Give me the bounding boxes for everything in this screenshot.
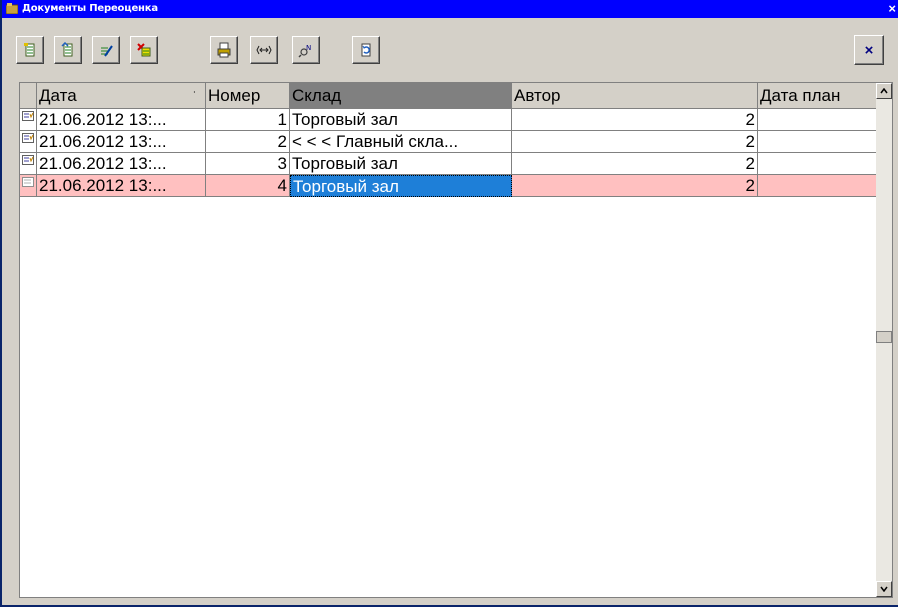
copy-document-button[interactable] — [54, 36, 82, 64]
cell-number[interactable]: 3 — [206, 153, 290, 175]
chevron-up-icon — [880, 87, 888, 94]
cell-number[interactable]: 2 — [206, 131, 290, 153]
cell-plan-date[interactable] — [758, 131, 878, 153]
cell-warehouse-focused[interactable]: Торговый зал — [290, 175, 512, 197]
header-row-indicator — [20, 83, 37, 109]
svg-text:N: N — [306, 44, 311, 52]
cell-plan-date[interactable] — [758, 153, 878, 175]
scrollbar-thumb[interactable] — [876, 331, 892, 343]
cell-date[interactable]: 21.06.2012 13:... — [37, 175, 206, 197]
document-posted-icon — [22, 133, 34, 143]
cell-date[interactable]: 21.06.2012 13:... — [37, 109, 206, 131]
column-header-author[interactable]: Автор — [512, 83, 758, 109]
close-icon: × — [864, 41, 874, 59]
column-header-warehouse[interactable]: Склад — [290, 83, 512, 109]
document-unposted-icon — [22, 177, 34, 187]
cell-plan-date[interactable] — [758, 175, 878, 197]
cell-author[interactable]: 2 — [512, 131, 758, 153]
window-close-button[interactable]: × — [888, 0, 896, 18]
print-button[interactable] — [210, 36, 238, 64]
column-header-date[interactable]: Дата ˙ — [37, 83, 206, 109]
cell-author[interactable]: 2 — [512, 153, 758, 175]
edit-document-button[interactable] — [92, 36, 120, 64]
cell-date[interactable]: 21.06.2012 13:... — [37, 131, 206, 153]
column-width-button[interactable] — [250, 36, 278, 64]
refresh-icon — [361, 43, 371, 57]
refresh-button[interactable] — [352, 36, 380, 64]
cell-number[interactable]: 4 — [206, 175, 290, 197]
cell-warehouse[interactable]: Торговый зал — [290, 153, 512, 175]
copy-doc-icon — [61, 42, 73, 57]
title-bar[interactable]: Документы Переоценка × — [2, 0, 898, 18]
column-header-number[interactable]: Номер — [206, 83, 290, 109]
chevron-down-icon — [880, 586, 888, 593]
toolbar-close-button[interactable]: × — [854, 35, 884, 65]
print-icon — [217, 42, 231, 58]
cell-author[interactable]: 2 — [512, 109, 758, 131]
cell-warehouse[interactable]: Торговый зал — [290, 109, 512, 131]
cell-warehouse[interactable]: < < < Главный скла... — [290, 131, 512, 153]
document-posted-icon — [22, 111, 34, 121]
cell-plan-date[interactable] — [758, 109, 878, 131]
sort-indicator-icon: ˙ — [193, 89, 197, 103]
document-posted-icon — [22, 155, 34, 165]
folder-icon — [6, 3, 18, 14]
new-doc-icon — [24, 43, 35, 57]
window-title: Документы Переоценка — [22, 3, 158, 14]
cell-number[interactable]: 1 — [206, 109, 290, 131]
column-width-icon — [256, 45, 272, 55]
delete-document-button[interactable] — [130, 36, 158, 64]
delete-doc-icon — [137, 43, 151, 57]
search-icon: N — [298, 44, 311, 58]
toolbar: N × — [10, 28, 890, 74]
documents-table[interactable]: Дата ˙ Номер Склад Автор Дата план 21.06… — [19, 82, 893, 598]
cell-author[interactable]: 2 — [512, 175, 758, 197]
cell-date[interactable]: 21.06.2012 13:... — [37, 153, 206, 175]
new-document-button[interactable] — [16, 36, 44, 64]
scroll-up-button[interactable] — [876, 83, 892, 99]
edit-doc-icon — [101, 45, 113, 57]
column-header-plan-date[interactable]: Дата план — [758, 83, 878, 109]
app-window: Документы Переоценка × N × Дата ˙ Номер … — [0, 0, 898, 607]
search-button[interactable]: N — [292, 36, 320, 64]
scroll-down-button[interactable] — [876, 581, 892, 597]
vertical-scrollbar[interactable] — [876, 83, 892, 597]
